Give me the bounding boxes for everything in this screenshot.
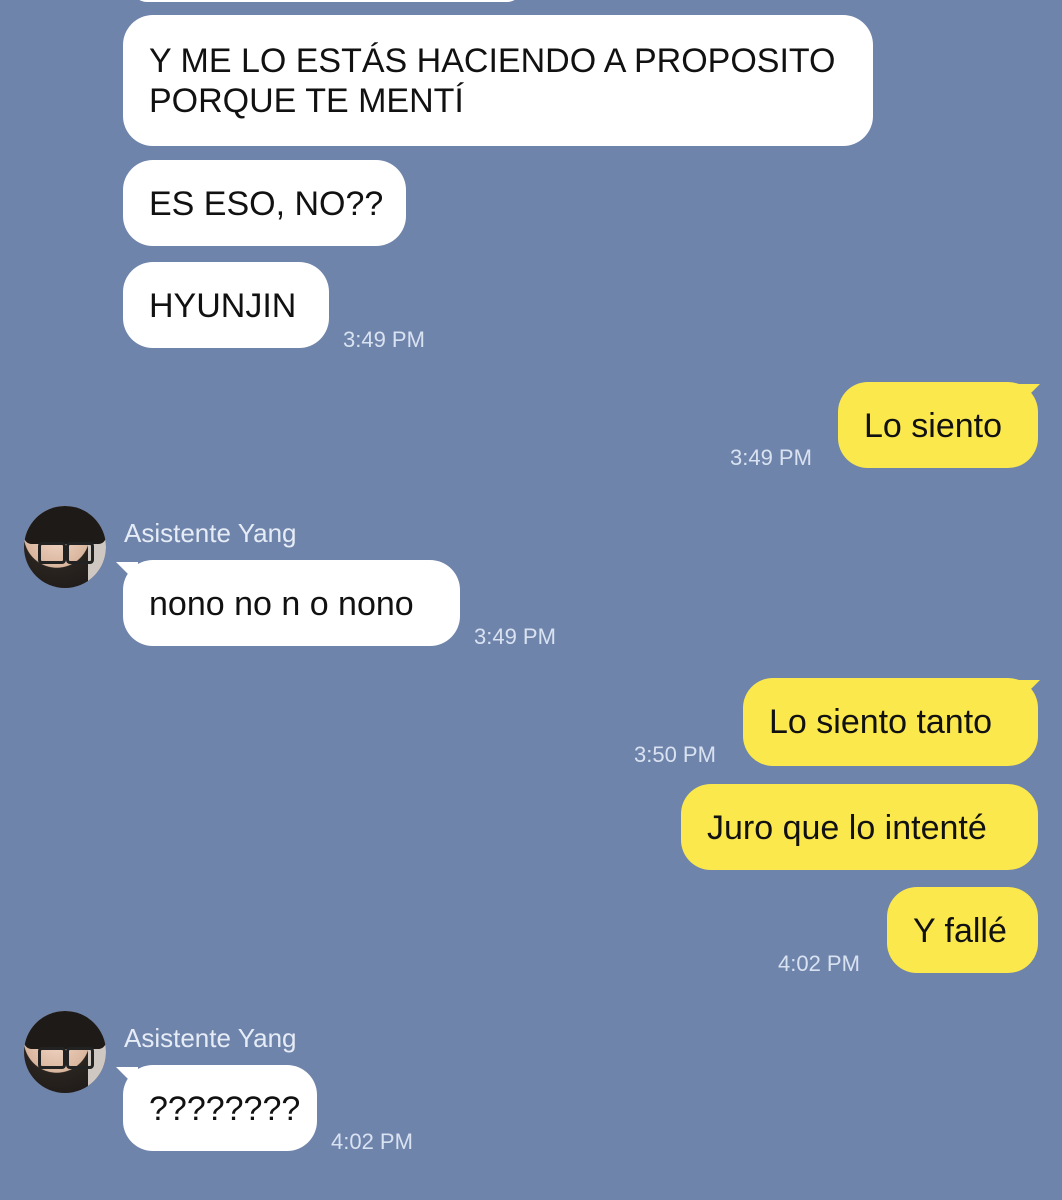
message-text: Y fallé	[913, 912, 1007, 950]
message-bubble[interactable]: Lo siento tanto	[743, 678, 1038, 766]
message-text: Y ME LO ESTÁS HACIENDO A PROPOSITO	[149, 42, 836, 80]
message-text: Lo siento tanto	[769, 703, 993, 741]
message-text: PORQUE TE MENTÍ	[149, 82, 464, 120]
message-timestamp: 3:50 PM	[634, 742, 716, 767]
message-bubble[interactable]: Lo siento	[838, 382, 1038, 468]
avatar-asistente-yang[interactable]	[24, 506, 106, 588]
message-bubble[interactable]: HYUNJIN	[123, 262, 329, 348]
message-bubble[interactable]: ES ESO, NO??	[123, 160, 406, 246]
sender-name: Asistente Yang	[124, 518, 297, 548]
message-timestamp: 4:02 PM	[331, 1129, 413, 1154]
message-bubble-partial[interactable]	[132, 0, 522, 2]
message-timestamp: 4:02 PM	[778, 951, 860, 976]
message-text: nono no n o nono	[149, 585, 414, 623]
message-bubble[interactable]: Juro que lo intenté	[681, 784, 1038, 870]
message-timestamp: 3:49 PM	[474, 624, 556, 649]
message-bubble[interactable]: Y fallé	[887, 887, 1038, 973]
message-text: ES ESO, NO??	[149, 185, 384, 223]
avatar-asistente-yang[interactable]	[24, 1011, 106, 1093]
message-text: Juro que lo intenté	[707, 809, 987, 847]
message-bubble[interactable]: ????????	[123, 1065, 317, 1151]
message-text: HYUNJIN	[149, 287, 297, 325]
chat-view[interactable]: Y ME LO ESTÁS HACIENDO A PROPOSITO PORQU…	[0, 0, 1062, 1200]
message-bubble[interactable]: nono no n o nono	[123, 560, 460, 646]
message-timestamp: 3:49 PM	[730, 445, 812, 470]
message-timestamp: 3:49 PM	[343, 327, 425, 352]
message-text: Lo siento	[864, 407, 1002, 445]
message-bubble[interactable]: Y ME LO ESTÁS HACIENDO A PROPOSITO PORQU…	[123, 15, 873, 146]
sender-name: Asistente Yang	[124, 1023, 297, 1053]
message-text: ????????	[149, 1090, 301, 1128]
